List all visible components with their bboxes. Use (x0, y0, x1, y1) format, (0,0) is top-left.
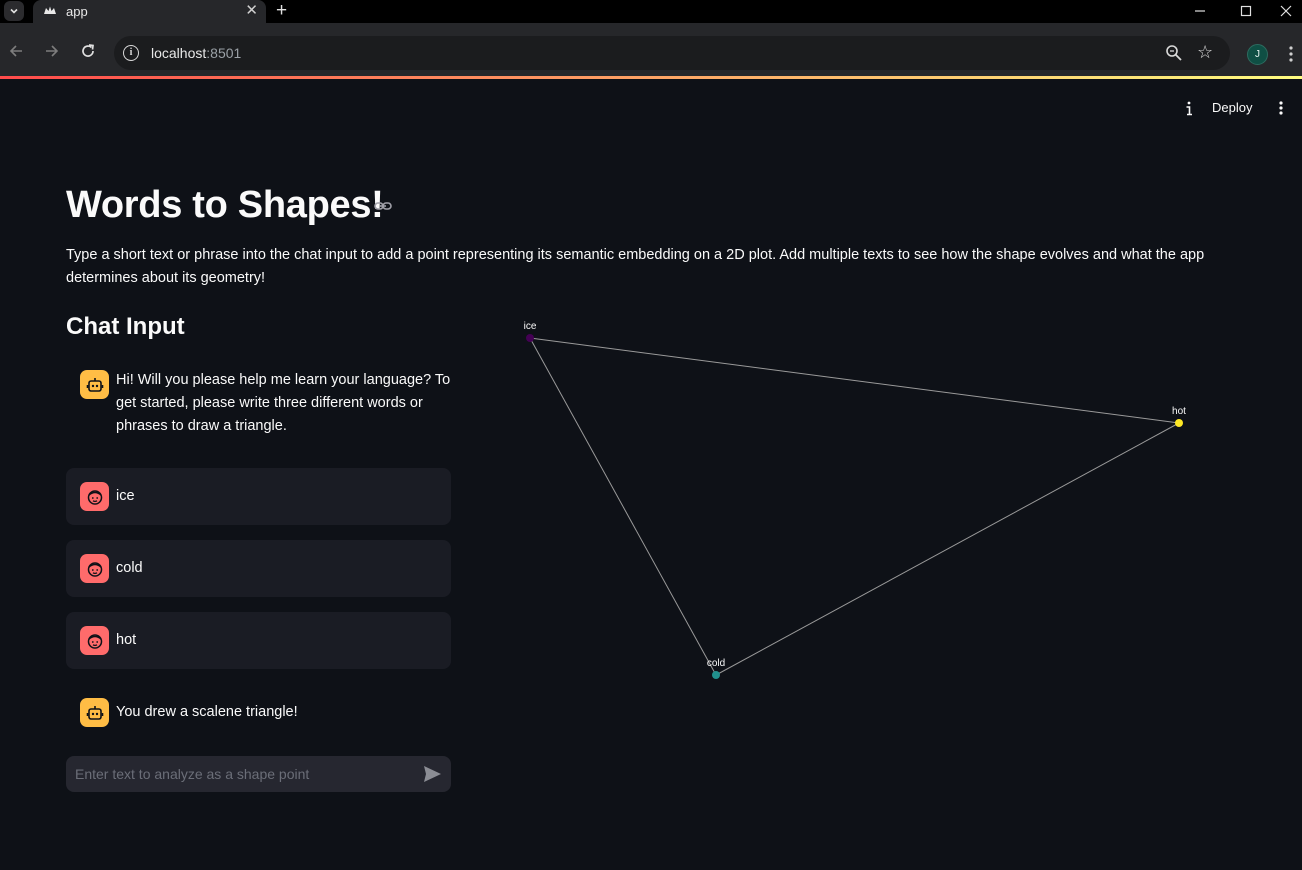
data-point-cold[interactable] (712, 671, 720, 679)
site-info-icon[interactable]: i (123, 45, 139, 61)
message-text: You drew a scalene triangle! (116, 704, 298, 720)
browser-toolbar: i localhost:8501 ☆ (0, 23, 1302, 76)
send-icon[interactable] (423, 765, 442, 783)
chat-input[interactable] (66, 756, 451, 792)
new-tab-button[interactable]: + (276, 0, 287, 22)
message-text: ice (116, 488, 135, 504)
info-icon[interactable] (1183, 99, 1195, 117)
data-point-ice[interactable] (526, 334, 534, 342)
chat-heading: Chat Input (66, 313, 185, 340)
message-text: hot (116, 632, 137, 648)
shape-edge (529, 337, 1180, 424)
bot-avatar-icon (80, 370, 109, 399)
profile-avatar[interactable]: J (1247, 44, 1268, 65)
reload-icon (82, 44, 94, 57)
zoom-icon[interactable] (1165, 44, 1183, 62)
close-window-button[interactable] (1276, 2, 1296, 20)
minimize-icon (1195, 10, 1205, 12)
arrow-left-icon (9, 45, 22, 57)
maximize-button[interactable] (1236, 2, 1256, 20)
chat-message-user: hot (66, 612, 451, 669)
chevron-down-icon (10, 8, 18, 14)
shape-edge (715, 422, 1180, 676)
url-text: localhost:8501 (151, 45, 242, 61)
shape-edges (529, 337, 1180, 676)
app-menu-icon[interactable] (1276, 99, 1286, 117)
forward-button[interactable] (43, 42, 61, 60)
shape-edge (529, 337, 717, 676)
maximize-icon (1240, 5, 1252, 17)
point-label: cold (707, 658, 725, 669)
user-avatar-icon (80, 482, 109, 511)
message-text: Hi! Will you please help me learn your l… (116, 372, 451, 434)
shape-points: ice hot cold (524, 321, 1186, 679)
page-title: Words to Shapes! (66, 184, 384, 226)
bot-avatar-icon (80, 698, 109, 727)
minimize-button[interactable] (1190, 2, 1210, 20)
bookmark-star-icon[interactable]: ☆ (1197, 42, 1213, 63)
browser-tab-bar: app ✕ + (0, 0, 1302, 23)
browser-tab[interactable]: app ✕ (33, 0, 266, 23)
point-label: ice (524, 321, 537, 332)
address-bar[interactable]: i localhost:8501 ☆ (114, 36, 1230, 70)
tab-title: app (66, 4, 88, 19)
chat-message-assistant: Hi! Will you please help me learn your l… (66, 356, 451, 452)
back-button[interactable] (7, 42, 25, 60)
user-avatar-icon (80, 554, 109, 583)
chat-message-assistant: You drew a scalene triangle! (66, 684, 451, 741)
anchor-link-icon[interactable] (374, 199, 392, 213)
tab-search-button[interactable] (4, 1, 24, 21)
browser-menu-icon[interactable] (1288, 44, 1294, 64)
reload-button[interactable] (79, 42, 97, 60)
deploy-button[interactable]: Deploy (1212, 100, 1252, 115)
user-avatar-icon (80, 626, 109, 655)
message-text: cold (116, 560, 143, 576)
shape-plot: ice hot cold (524, 321, 1186, 679)
streamlit-crown-icon (44, 6, 56, 14)
chat-message-user: ice (66, 468, 451, 525)
chat-message-user: cold (66, 540, 451, 597)
data-point-hot[interactable] (1175, 419, 1183, 427)
app-header: Deploy (0, 79, 1302, 139)
close-icon (1280, 5, 1292, 17)
tab-close-icon[interactable]: ✕ (245, 2, 258, 20)
intro-text: Type a short text or phrase into the cha… (66, 247, 1205, 286)
point-label: hot (1172, 406, 1186, 417)
arrow-right-icon (46, 45, 59, 57)
